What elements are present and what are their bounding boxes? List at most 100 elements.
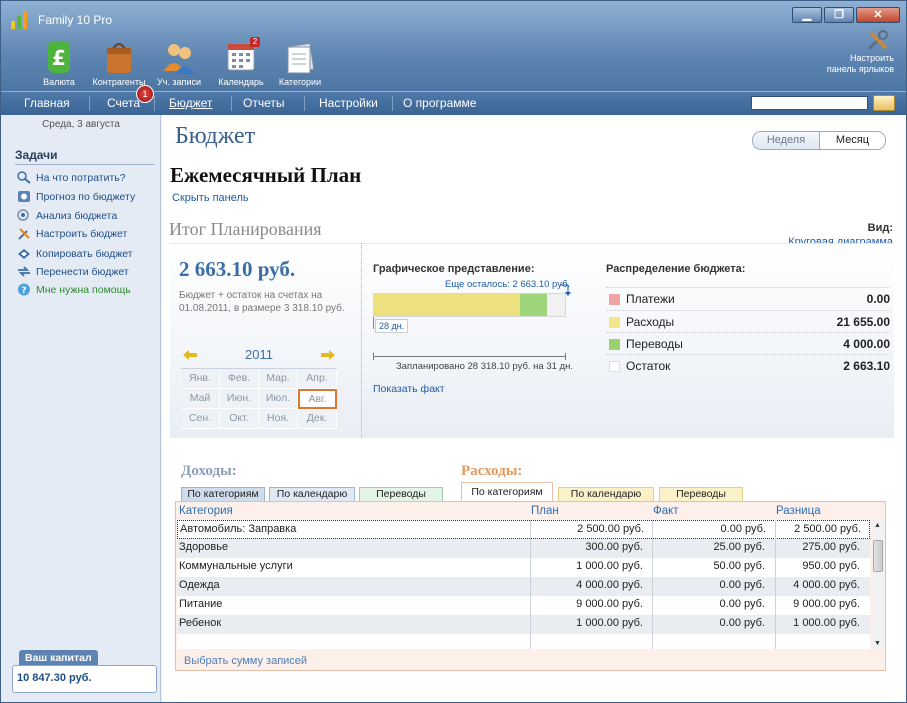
expense-tab-by-calendar[interactable]: По календарю (558, 487, 654, 502)
month-cell[interactable]: Ноя. (259, 409, 298, 429)
distribution-title: Распределение бюджета: (606, 263, 746, 275)
legend-swatch (609, 339, 620, 350)
income-title: Доходы: (181, 463, 237, 479)
table-scrollbar[interactable]: ▲ ▼ (871, 520, 885, 649)
search-input[interactable] (751, 96, 868, 110)
nav-budget[interactable]: Бюджет (169, 96, 212, 110)
month-cell[interactable]: Июл. (259, 389, 298, 409)
month-grid: Янв. Фев. Мар. Апр. Май Июн. Июл. Авг. Сен. Окт. Н… (181, 368, 337, 429)
close-button[interactable]: ✕ (856, 7, 900, 23)
task-move-budget[interactable]: Перенести бюджет (17, 265, 129, 278)
nav-separator (89, 96, 90, 111)
table-row[interactable]: Автомобиль: Заправка 2 500.00 руб. 0.00 ру… (177, 520, 870, 539)
column-header-fact[interactable]: Факт (653, 505, 679, 517)
income-tab-by-calendar[interactable]: По календарю (269, 487, 355, 502)
table-row[interactable]: Здоровье 300.00 руб. 25.00 руб. 275.00 руб. (177, 539, 870, 558)
cell-difference: 1 000.00 руб. (793, 617, 860, 629)
search-money-icon (17, 171, 31, 184)
table-row[interactable]: Одежда 4 000.00 руб. 0.00 руб. 4 000.00 руб… (177, 577, 870, 596)
cell-fact: 0.00 руб. (719, 617, 765, 629)
task-copy-budget[interactable]: Копировать бюджет (17, 247, 133, 260)
currency-icon: £ (48, 41, 70, 73)
income-tab-transfers[interactable]: Переводы (359, 487, 443, 502)
task-need-help[interactable]: ? Мне нужна помощь (17, 283, 131, 296)
configure-toolbar-button[interactable]: Настроить панель ярлыков (814, 29, 894, 75)
column-header-category[interactable]: Категория (179, 505, 233, 517)
column-divider (530, 520, 531, 649)
svg-text:?: ? (21, 286, 26, 296)
nav-home[interactable]: Главная (24, 96, 70, 110)
expense-tab-by-category[interactable]: По категориям (461, 482, 553, 502)
nav-reports[interactable]: Отчеты (243, 96, 284, 110)
column-header-difference[interactable]: Разница (776, 505, 821, 517)
expense-tab-transfers[interactable]: Переводы (659, 487, 743, 502)
maximize-button[interactable]: ❐ (824, 7, 854, 23)
nav-about[interactable]: О программе (403, 96, 476, 110)
forecast-icon (18, 191, 30, 202)
nav-settings[interactable]: Настройки (319, 96, 378, 110)
task-budget-analysis[interactable]: Анализ бюджета (17, 209, 117, 222)
task-what-to-spend[interactable]: На что потратить? (17, 171, 126, 184)
toolbar-currency[interactable]: £ Валюта (25, 39, 93, 87)
nav-separator (392, 96, 393, 111)
table-row[interactable]: Питание 9 000.00 руб. 0.00 руб. 9 000.00 ру… (177, 596, 870, 615)
users-icon (164, 44, 195, 74)
search-button[interactable] (873, 95, 895, 111)
period-week-button[interactable]: Неделя (753, 132, 819, 149)
cell-plan: 1 000.00 руб. (576, 617, 643, 629)
task-configure-budget[interactable]: Настроить бюджет (17, 227, 127, 240)
table-row[interactable]: Ребенок 1 000.00 руб. 0.00 руб. 1 000.00 ру… (177, 615, 870, 634)
cell-difference: 2 500.00 руб. (794, 523, 861, 535)
distribution-value: 2 663.10 (843, 359, 890, 373)
cell-category: Автомобиль: Заправка (180, 523, 297, 535)
month-cell[interactable]: Окт. (220, 409, 259, 429)
window-controls: ▁ ❐ ✕ (792, 7, 900, 23)
bar-segment (547, 294, 565, 316)
toolbar-contractors[interactable]: Контрагенты (85, 39, 153, 87)
toolbar-label: Уч. записи (157, 77, 201, 87)
toolbar-categories[interactable]: Категории (266, 39, 334, 87)
cell-plan: 1 000.00 руб. (576, 560, 643, 572)
move-icon (18, 266, 30, 277)
column-divider (775, 520, 776, 649)
nav-accounts[interactable]: Счета (107, 96, 140, 110)
cell-plan: 9 000.00 руб. (576, 598, 643, 610)
month-cell[interactable]: Мар. (259, 369, 298, 389)
minimize-button[interactable]: ▁ (792, 7, 822, 23)
cell-plan: 300.00 руб. (585, 541, 643, 553)
summary-note: Бюджет + остаток на счетах на 01.08.2011… (179, 290, 345, 314)
task-budget-forecast[interactable]: Прогноз по бюджету (17, 190, 135, 203)
month-cell[interactable]: Июн. (220, 389, 259, 409)
scroll-up-icon[interactable]: ▲ (874, 522, 881, 529)
categories-icon (287, 42, 315, 74)
period-month-button[interactable]: Месяц (819, 132, 885, 149)
cell-plan: 2 500.00 руб. (577, 523, 644, 535)
month-cell[interactable]: Апр. (298, 369, 337, 389)
copy-icon (18, 249, 30, 259)
toolbar-label: Валюта (43, 77, 75, 87)
panel-divider (361, 243, 362, 438)
month-cell[interactable]: Фев. (220, 369, 259, 389)
column-header-plan[interactable]: План (531, 505, 559, 517)
show-fact-link[interactable]: Показать факт (373, 383, 445, 395)
toolbar-calendar[interactable]: 2 Календарь (207, 37, 275, 87)
capital-value: 10 847.30 руб. (12, 665, 157, 693)
month-cell[interactable]: Сен. (181, 409, 220, 429)
month-cell[interactable]: Дек. (298, 409, 337, 429)
month-cell[interactable]: Янв. (181, 369, 220, 389)
next-year-arrow-icon[interactable] (321, 350, 335, 360)
month-cell[interactable]: Авг. (298, 389, 337, 409)
distribution-name: Переводы (626, 337, 683, 351)
cell-category: Питание (179, 598, 223, 610)
scroll-down-icon[interactable]: ▼ (874, 640, 881, 647)
graph-title: Графическое представление: (373, 263, 535, 275)
income-tab-by-category[interactable]: По категориям (181, 487, 265, 502)
select-sum-link[interactable]: Выбрать сумму записей (184, 655, 307, 667)
cell-fact: 0.00 руб. (719, 598, 765, 610)
hide-panel-link[interactable]: Скрыть панель (172, 192, 249, 204)
plan-title: Ежемесячный План (170, 163, 362, 187)
scroll-thumb[interactable] (873, 540, 883, 572)
month-cell[interactable]: Май (181, 389, 220, 409)
table-row[interactable]: Коммунальные услуги 1 000.00 руб. 50.00 ру… (177, 558, 870, 577)
toolbar-accounts[interactable]: Уч. записи (145, 39, 213, 87)
